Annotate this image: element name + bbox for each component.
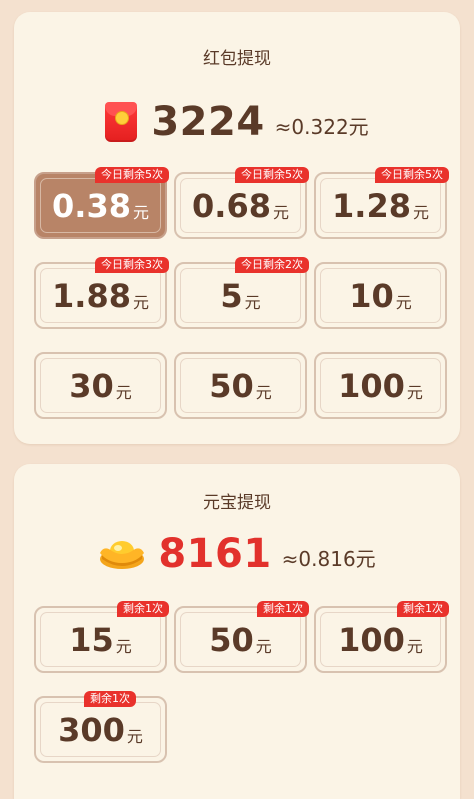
- redpacket-option-100[interactable]: 100 元: [314, 352, 447, 419]
- remaining-badge: 今日剩余5次: [95, 167, 169, 183]
- option-unit: 元: [395, 292, 412, 312]
- option-value: 100: [338, 366, 405, 405]
- redpacket-option-0-38[interactable]: 0.38 元 今日剩余5次: [34, 167, 169, 239]
- remaining-badge: 剩余1次: [257, 601, 309, 617]
- redpacket-balance-row: 3224 ≈0.322元: [14, 102, 460, 142]
- option-value: 30: [69, 366, 114, 405]
- option-unit: 元: [115, 382, 132, 402]
- remaining-badge: 今日剩余3次: [95, 257, 169, 273]
- option-value: 5: [220, 276, 243, 315]
- option-value: 0.38: [52, 186, 131, 225]
- ingot-option-15[interactable]: 15 元 剩余1次: [34, 601, 169, 673]
- option-unit: 元: [132, 292, 149, 312]
- ingot-option-300[interactable]: 300 元 剩余1次: [34, 691, 167, 763]
- option-value: 10: [349, 276, 394, 315]
- remaining-badge: 今日剩余2次: [235, 257, 309, 273]
- remaining-badge: 今日剩余5次: [375, 167, 449, 183]
- remaining-badge: 剩余1次: [397, 601, 449, 617]
- ingot-approx-value: ≈0.816元: [281, 547, 376, 571]
- remaining-badge: 剩余1次: [84, 691, 136, 707]
- redpacket-withdraw-card: 红包提现 3224 ≈0.322元 0.38 元 今日剩余5次 0.68 元 今日剩…: [14, 12, 460, 444]
- option-unit: 元: [244, 292, 261, 312]
- ingot-balance-row: 8161 ≈0.816元: [14, 534, 460, 574]
- redpacket-option-0-68[interactable]: 0.68 元 今日剩余5次: [174, 167, 309, 239]
- option-unit: 元: [126, 726, 143, 746]
- option-unit: 元: [115, 636, 132, 656]
- option-value: 100: [338, 620, 405, 659]
- redpacket-balance: 3224: [151, 99, 265, 145]
- option-unit: 元: [255, 382, 272, 402]
- ingot-withdraw-card: 元宝提现 8161 ≈0.816元 15 元 剩余1次 50 元 剩余1次 100 元…: [14, 464, 460, 799]
- option-unit: 元: [406, 636, 423, 656]
- option-unit: 元: [132, 202, 149, 222]
- option-value: 1.88: [52, 276, 131, 315]
- option-value: 300: [58, 710, 125, 749]
- remaining-badge: 今日剩余5次: [235, 167, 309, 183]
- redpacket-option-1-88[interactable]: 1.88 元 今日剩余3次: [34, 257, 169, 329]
- ingot-option-50[interactable]: 50 元 剩余1次: [174, 601, 309, 673]
- redpacket-option-5[interactable]: 5元 今日剩余2次: [174, 257, 309, 329]
- ingot-balance: 8161: [158, 531, 272, 577]
- option-unit: 元: [272, 202, 289, 222]
- redpacket-option-1-28[interactable]: 1.28 元 今日剩余5次: [314, 167, 449, 239]
- redpacket-approx-value: ≈0.322元: [274, 115, 369, 139]
- option-value: 15: [69, 620, 114, 659]
- redpacket-option-30[interactable]: 30 元: [34, 352, 167, 419]
- option-unit: 元: [406, 382, 423, 402]
- option-value: 50: [209, 366, 254, 405]
- red-packet-icon: [105, 102, 138, 142]
- remaining-badge: 剩余1次: [117, 601, 169, 617]
- option-unit: 元: [412, 202, 429, 222]
- redpacket-card-title: 红包提现: [203, 49, 271, 69]
- option-value: 50: [209, 620, 254, 659]
- redpacket-option-10[interactable]: 10 元: [314, 262, 447, 329]
- option-value: 1.28: [332, 186, 411, 225]
- ingot-option-100[interactable]: 100 元 剩余1次: [314, 601, 449, 673]
- redpacket-option-50[interactable]: 50 元: [174, 352, 307, 419]
- gold-ingot-icon: [98, 537, 146, 571]
- option-unit: 元: [255, 636, 272, 656]
- option-value: 0.68: [192, 186, 271, 225]
- ingot-card-title: 元宝提现: [203, 493, 271, 513]
